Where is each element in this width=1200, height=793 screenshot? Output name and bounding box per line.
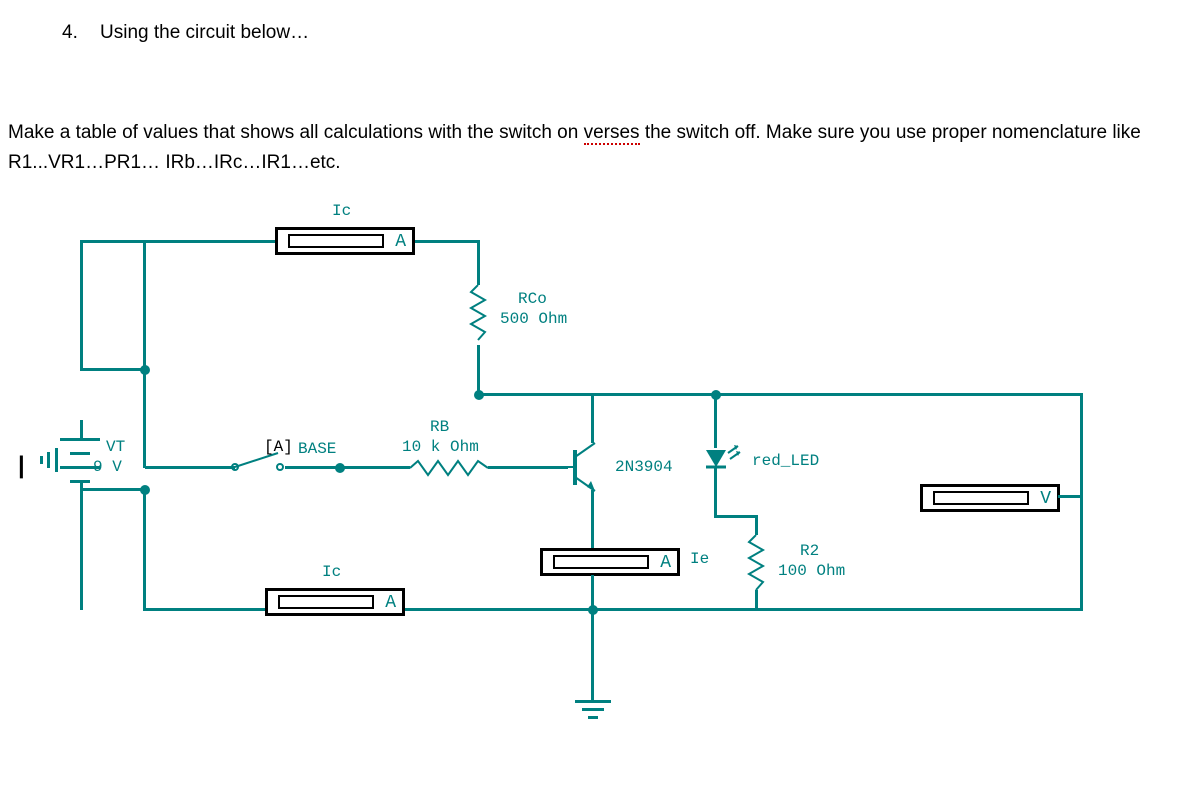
vt-label: VT <box>106 438 125 456</box>
ic-top-label: Ic <box>332 202 351 220</box>
rb-name: RB <box>430 418 449 436</box>
vt-value: 9 V <box>93 458 122 476</box>
rb-value: 10 k Ohm <box>402 438 479 456</box>
r2-name: R2 <box>800 542 819 560</box>
transistor-label: 2N3904 <box>615 458 673 476</box>
ic-bottom-label: Ic <box>322 563 341 581</box>
question-number: 4. <box>62 22 78 44</box>
switch-name: BASE <box>298 440 336 458</box>
text-cursor: | <box>18 452 25 480</box>
rco-value: 500 Ohm <box>500 310 567 328</box>
switch-label-a: [A] <box>264 438 293 456</box>
resistor-rb <box>410 458 490 478</box>
ammeter-ic-top: A <box>275 227 415 255</box>
ammeter-ic-bottom: A <box>265 588 405 616</box>
question-instruction: Make a table of values that shows all ca… <box>8 118 1168 179</box>
resistor-r2 <box>746 535 766 595</box>
r2-value: 100 Ohm <box>778 562 845 580</box>
circuit-diagram: VT 9 V | [A] BASE A Ic RCo 500 Ohm RB 10… <box>0 190 1200 750</box>
led-label: red_LED <box>752 452 819 470</box>
ammeter-ie: A <box>540 548 680 576</box>
voltmeter: V <box>920 484 1060 512</box>
resistor-rco <box>468 285 488 345</box>
ie-label: Ie <box>690 550 709 568</box>
rco-name: RCo <box>518 290 547 308</box>
question-title: Using the circuit below… <box>100 22 309 44</box>
